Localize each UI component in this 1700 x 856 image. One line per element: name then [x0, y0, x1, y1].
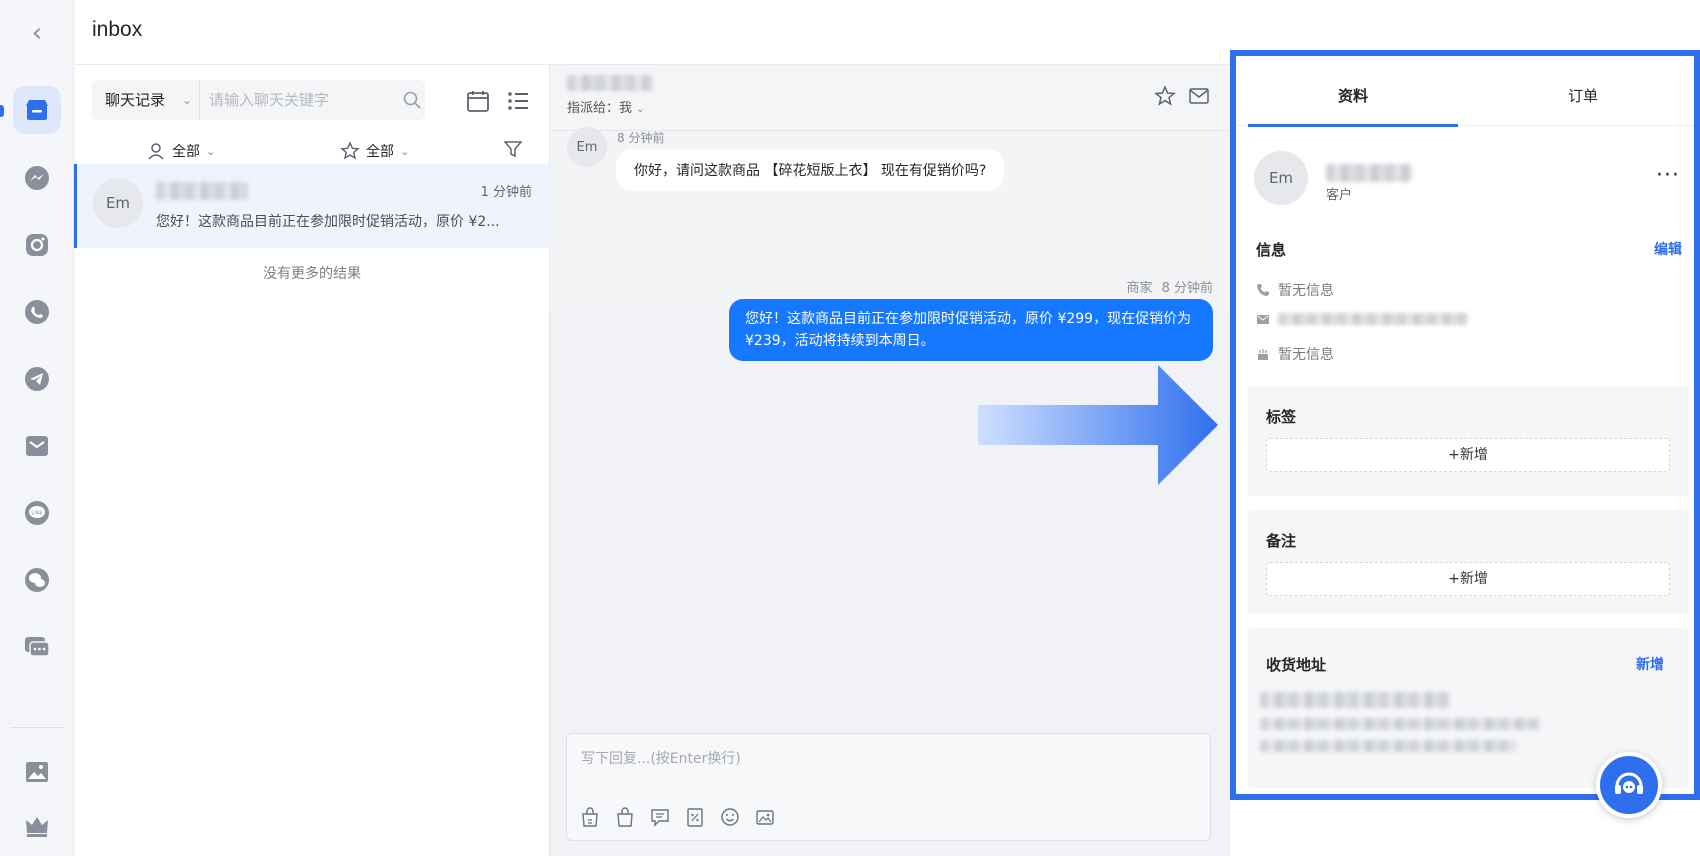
message-time: 8 分钟前: [617, 131, 665, 145]
chat-contact-redacted: [567, 75, 653, 91]
messenger-icon[interactable]: [13, 154, 61, 202]
message-time: 8 分钟前: [1161, 281, 1213, 296]
cake-icon: [1258, 349, 1268, 360]
message-sender: 商家: [1126, 281, 1153, 296]
message-meta: 商家 8 分钟前: [1126, 277, 1213, 296]
birthday-value: 暂无信息: [1278, 347, 1334, 363]
active-indicator: [0, 105, 4, 117]
notes-title: 备注: [1266, 532, 1297, 550]
info-tabs: 资料 订单: [1236, 66, 1694, 127]
store-icon[interactable]: [13, 86, 61, 134]
tab-orders[interactable]: 订单: [1478, 66, 1688, 126]
chat-header: 指派给：我 ⌄: [550, 65, 1230, 131]
outgoing-message: 您好！这款商品目前正在参加限时促销活动，原价 ¥299，现在促销价为 ¥239，…: [729, 299, 1213, 361]
star-filter-label: 全部: [366, 144, 394, 160]
add-tag-button[interactable]: +新增: [1266, 438, 1670, 472]
no-more-results: 没有更多的结果: [263, 266, 361, 282]
shopping-bag-icon[interactable]: [614, 806, 636, 828]
edit-link[interactable]: 编辑: [1654, 239, 1682, 259]
email-row: [1256, 312, 1468, 326]
quick-reply-icon[interactable]: [649, 806, 671, 828]
add-note-button[interactable]: +新增: [1266, 562, 1670, 596]
phone-icon: [1257, 284, 1269, 296]
tags-card: 标签 +新增: [1248, 386, 1688, 496]
assign-label: 指派给：我: [567, 101, 633, 116]
back-icon[interactable]: ‹: [22, 18, 52, 48]
page-title: inbox: [92, 18, 143, 41]
tags-title: 标签: [1266, 408, 1297, 426]
search-input[interactable]: [207, 85, 397, 115]
emoji-icon[interactable]: [719, 806, 741, 828]
conversation-preview: 您好！这款商品目前正在参加限时促销活动，原价 ¥2...: [156, 214, 500, 230]
customer-info-panel: 资料 订单 Em 客户 ··· 信息 编辑 暂无信息 暂无信息 标签 +新增 备…: [1230, 50, 1700, 800]
product-icon[interactable]: [579, 806, 601, 828]
instagram-icon[interactable]: [13, 221, 61, 269]
contact-name-redacted: [156, 182, 248, 200]
svg-text:LINE: LINE: [31, 511, 42, 517]
search-icon[interactable]: [402, 90, 422, 110]
list-view-icon[interactable]: [505, 88, 531, 114]
tab-profile[interactable]: 资料: [1248, 66, 1458, 127]
info-section-title: 信息: [1256, 241, 1287, 259]
coupon-icon[interactable]: [684, 806, 706, 828]
headset-icon: [1615, 772, 1643, 794]
conversation-time: 1 分钟前: [480, 185, 532, 200]
chevron-down-icon: ⌄: [182, 93, 193, 107]
add-address-link[interactable]: 新增: [1636, 654, 1664, 674]
star-icon[interactable]: [1154, 85, 1176, 107]
chevron-down-icon: ⌄: [206, 144, 216, 158]
reply-input[interactable]: [579, 746, 1179, 776]
whatsapp-icon[interactable]: [13, 288, 61, 336]
email-icon[interactable]: [13, 422, 61, 470]
address-line-redacted: [1260, 718, 1540, 730]
customer-role: 客户: [1326, 188, 1353, 203]
support-chat-button[interactable]: [1596, 752, 1662, 818]
chat-icon[interactable]: [13, 623, 61, 671]
star-filter[interactable]: 全部 ⌄: [340, 141, 409, 161]
email-value-redacted: [1278, 313, 1468, 325]
assign-select[interactable]: 指派给：我 ⌄: [567, 97, 645, 116]
line-icon[interactable]: LINE: [13, 489, 61, 537]
more-icon[interactable]: ···: [1656, 165, 1682, 187]
customer-name-redacted: [1326, 164, 1412, 182]
gallery-icon[interactable]: [13, 748, 61, 796]
address-line-redacted: [1260, 692, 1450, 708]
phone-row: 暂无信息: [1256, 280, 1334, 300]
notes-card: 备注 +新增: [1248, 510, 1688, 614]
chevron-down-icon: ⌄: [400, 144, 410, 158]
phone-value: 暂无信息: [1278, 283, 1334, 299]
crown-icon[interactable]: [13, 802, 61, 850]
search-scope-select[interactable]: 聊天记录 ⌄: [92, 80, 200, 120]
filter-icon[interactable]: [503, 139, 523, 159]
birthday-row: 暂无信息: [1256, 344, 1334, 364]
address-line-redacted: [1260, 740, 1516, 752]
chevron-down-icon: ⌄: [636, 104, 645, 115]
avatar: Em: [567, 127, 607, 167]
user-icon: [148, 143, 164, 160]
composer-toolbar: [579, 806, 776, 828]
message-list: Em 8 分钟前 你好，请问这款商品 【碎花短版上衣】 现在有促销价吗? 商家 …: [550, 127, 1230, 361]
email-icon: [1257, 315, 1269, 324]
callout-arrow: [978, 365, 1218, 485]
telegram-icon[interactable]: [13, 355, 61, 403]
mail-icon[interactable]: [1188, 85, 1210, 107]
icon-rail: ‹ LINE: [0, 0, 74, 856]
conversation-item[interactable]: Em 1 分钟前 您好！这款商品目前正在参加限时促销活动，原价 ¥2...: [74, 164, 550, 248]
reply-composer: [566, 733, 1211, 841]
address-title: 收货地址: [1266, 656, 1327, 674]
star-icon: [340, 141, 360, 160]
avatar: Em: [93, 178, 143, 228]
rail-divider: [10, 727, 64, 728]
conversation-list-pane: 聊天记录 ⌄ 全部 ⌄ 全部 ⌄ Em 1 分钟前 您好！这款商品目前正在参加限…: [74, 65, 550, 856]
incoming-message: 你好，请问这款商品 【碎花短版上衣】 现在有促销价吗?: [616, 149, 1005, 191]
search-bar: 聊天记录 ⌄: [92, 80, 425, 120]
search-scope-label: 聊天记录: [105, 91, 166, 109]
assignee-filter-label: 全部: [172, 144, 200, 160]
calendar-icon[interactable]: [465, 88, 491, 114]
avatar: Em: [1254, 151, 1308, 205]
wechat-icon[interactable]: [13, 556, 61, 604]
assignee-filter[interactable]: 全部 ⌄: [146, 141, 215, 161]
image-icon[interactable]: [754, 806, 776, 828]
